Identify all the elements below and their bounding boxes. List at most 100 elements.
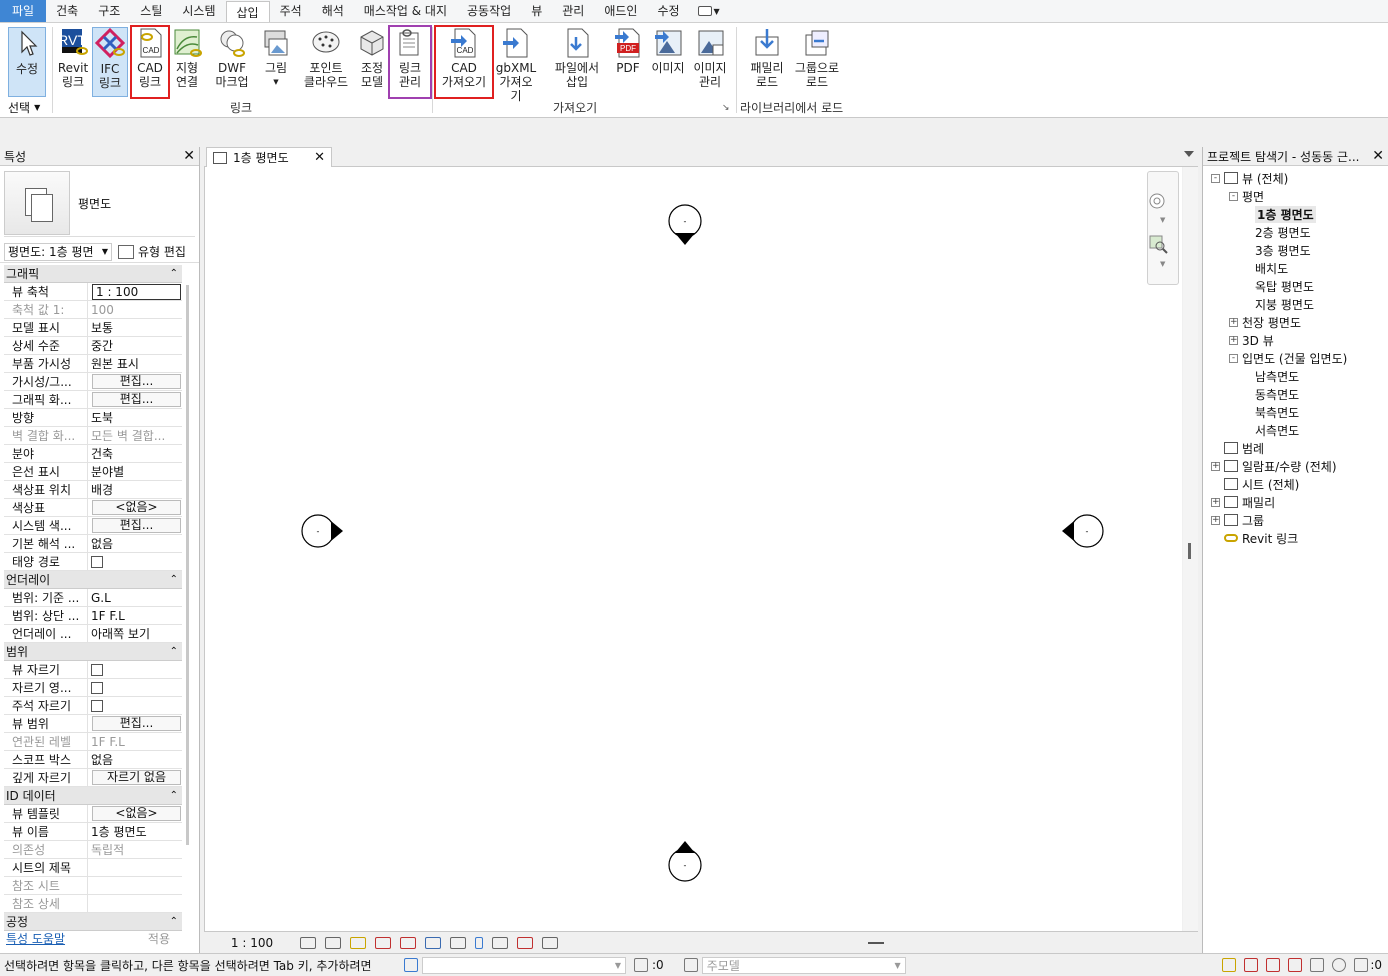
property-edit-button[interactable]: <없음>: [92, 500, 181, 515]
tab-modify[interactable]: 수정: [647, 0, 689, 22]
property-section-header[interactable]: 그래픽 ⌃: [4, 265, 182, 283]
property-edit-button[interactable]: 편집...: [92, 374, 181, 389]
collapse-icon[interactable]: ⌃: [170, 916, 178, 927]
property-value[interactable]: [88, 697, 182, 714]
collapse-icon[interactable]: ⌃: [170, 574, 178, 585]
property-value[interactable]: 보통: [88, 319, 182, 336]
tab-floor-plan-1f[interactable]: 1층 평면도 ✕: [206, 147, 332, 167]
tab-file[interactable]: 파일: [0, 0, 47, 22]
property-value[interactable]: 없음: [88, 751, 182, 768]
chevron-down-icon[interactable]: ▼: [1160, 216, 1165, 224]
tab-analyze[interactable]: 해석: [312, 0, 354, 22]
manage-links-button[interactable]: 링크 관리: [388, 25, 432, 99]
property-value[interactable]: 1층 평면도: [88, 823, 182, 840]
worksets-icon[interactable]: [404, 958, 418, 972]
property-value[interactable]: 원본 표시: [88, 355, 182, 372]
topography-link-button[interactable]: 지형 연결: [170, 27, 204, 89]
chevron-down-icon[interactable]: ▼: [1160, 260, 1165, 268]
tab-structure[interactable]: 구조: [88, 0, 130, 22]
property-value[interactable]: 도북: [88, 409, 182, 426]
property-edit-button[interactable]: <없음>: [92, 806, 181, 821]
tab-systems[interactable]: 시스템: [172, 0, 225, 22]
load-family-button[interactable]: 패밀리 로드: [746, 27, 788, 89]
import-cad-button[interactable]: CAD CAD 가져오기: [434, 25, 494, 99]
dwf-markup-button[interactable]: DWF 마크업: [212, 27, 252, 89]
property-value[interactable]: 배경: [88, 481, 182, 498]
browser-node[interactable]: 북측면도: [1255, 403, 1299, 421]
select-dropdown[interactable]: 선택 ▼: [8, 99, 40, 116]
property-value[interactable]: [88, 553, 182, 570]
horizontal-scroll-thumb[interactable]: [868, 942, 884, 944]
select-links-icon[interactable]: [1222, 958, 1237, 972]
browser-node[interactable]: 동측면도: [1255, 385, 1299, 403]
close-icon[interactable]: ✕: [314, 150, 325, 165]
edit-type-button[interactable]: 유형 편집: [118, 243, 186, 260]
property-section-header[interactable]: ID 데이터 ⌃: [4, 787, 182, 805]
instance-selector-dropdown[interactable]: 평면도: 1층 평면 ▼: [4, 242, 112, 261]
browser-node[interactable]: - 평면: [1229, 187, 1264, 205]
point-cloud-button[interactable]: 포인트 클라우드: [302, 27, 350, 89]
view-scale[interactable]: 1 : 100: [204, 936, 300, 950]
collapse-icon[interactable]: ⌃: [170, 790, 178, 801]
browser-node[interactable]: - 입면도 (건물 입면도): [1229, 349, 1347, 367]
elevation-marker-north[interactable]: -: [668, 204, 702, 245]
tab-manage[interactable]: 관리: [552, 0, 594, 22]
browser-node[interactable]: Revit 링크: [1211, 529, 1298, 547]
filter-icon[interactable]: [1354, 958, 1369, 972]
tab-view[interactable]: 뷰: [521, 0, 552, 22]
crop-view-icon[interactable]: [425, 936, 441, 949]
select-by-face-icon[interactable]: [1288, 958, 1303, 972]
tab-addins[interactable]: 애드인: [594, 0, 647, 22]
property-value[interactable]: 편집...: [88, 373, 182, 390]
property-section-header[interactable]: 언더레이 ⌃: [4, 571, 182, 589]
browser-node[interactable]: 서측면도: [1255, 421, 1299, 439]
apply-button[interactable]: 적용: [148, 930, 170, 947]
expand-icon[interactable]: +: [1229, 317, 1238, 327]
property-checkbox[interactable]: [91, 556, 103, 568]
tab-list-dropdown-icon[interactable]: [1184, 151, 1194, 157]
expand-icon[interactable]: +: [1211, 497, 1220, 507]
property-value[interactable]: 편집...: [88, 715, 182, 732]
select-pinned-icon[interactable]: [1266, 958, 1281, 972]
sun-path-icon[interactable]: [350, 936, 366, 949]
steering-wheel-icon[interactable]: [1148, 192, 1168, 212]
properties-scrollbar[interactable]: [186, 285, 189, 845]
browser-node[interactable]: 남측면도: [1255, 367, 1299, 385]
property-checkbox[interactable]: [91, 664, 103, 676]
property-value[interactable]: 자르기 없음: [88, 769, 182, 786]
show-crop-region-icon[interactable]: [450, 936, 466, 949]
visual-style-icon[interactable]: [325, 936, 341, 949]
browser-node[interactable]: + 그룹: [1211, 511, 1264, 529]
zoom-icon[interactable]: [1148, 234, 1168, 254]
browser-node[interactable]: + 일람표/수량 (전체): [1211, 457, 1337, 475]
property-value[interactable]: 건축: [88, 445, 182, 462]
property-value[interactable]: [88, 679, 182, 696]
property-value[interactable]: [88, 661, 182, 678]
browser-node[interactable]: 배치도: [1255, 259, 1288, 277]
manage-images-button[interactable]: 이미지 관리: [690, 27, 730, 89]
type-selector[interactable]: 평면도: [4, 170, 195, 237]
property-edit-button[interactable]: 편집...: [92, 716, 181, 731]
browser-node[interactable]: 옥탑 평면도: [1255, 277, 1314, 295]
browser-node[interactable]: 3층 평면도: [1255, 241, 1311, 259]
close-icon[interactable]: ✕: [183, 148, 195, 164]
property-value[interactable]: 분야별: [88, 463, 182, 480]
browser-node[interactable]: + 천장 평면도: [1229, 313, 1301, 331]
property-value[interactable]: 아래쪽 보기: [88, 625, 182, 642]
coordination-model-button[interactable]: 조정 모델: [354, 27, 390, 89]
drawing-canvas[interactable]: - - - - ▼ ▼: [204, 167, 1182, 931]
canvas-vertical-scrollbar[interactable]: [1183, 167, 1198, 931]
property-value[interactable]: <없음>: [88, 805, 182, 822]
insert-from-file-button[interactable]: 파일에서 삽입: [550, 27, 604, 89]
elevation-marker-east[interactable]: -: [1062, 514, 1104, 548]
expand-icon[interactable]: +: [1211, 515, 1220, 525]
view-scale-input[interactable]: 1 : 100: [92, 284, 181, 300]
property-value[interactable]: 편집...: [88, 391, 182, 408]
elevation-marker-south[interactable]: -: [668, 841, 702, 882]
browser-node[interactable]: 2층 평면도: [1255, 223, 1311, 241]
properties-help-link[interactable]: 특성 도움말: [6, 930, 65, 947]
property-value[interactable]: 중간: [88, 337, 182, 354]
property-value[interactable]: 1 : 100: [88, 283, 182, 300]
tab-massing-site[interactable]: 매스작업 & 대지: [354, 0, 457, 22]
gbxml-import-button[interactable]: gbXML 가져오기: [494, 27, 538, 103]
